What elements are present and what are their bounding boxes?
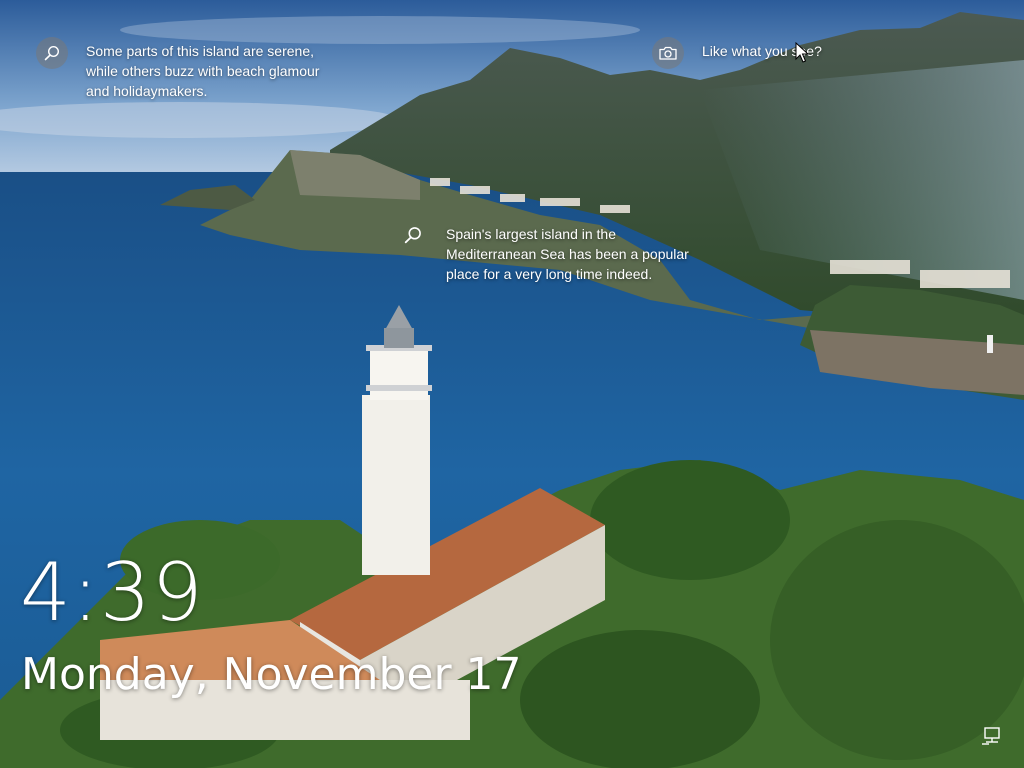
lockscreen-date: Monday, November 17 [21,649,522,700]
search-icon [402,224,424,246]
search-icon [36,37,68,69]
spotlight-hotspot-text: Spain's largest island in the Mediterran… [446,226,689,282]
spotlight-hotspot-center[interactable]: Spain's largest island in the Mediterran… [402,224,716,284]
mouse-cursor-icon [795,42,809,63]
spotlight-hotspot-text: Some parts of this island are serene, wh… [86,43,320,99]
spotlight-hotspot-info[interactable]: Some parts of this island are serene, wh… [36,37,356,101]
lockscreen-time: 4:39 [20,546,204,639]
camera-icon [652,37,684,69]
network-wired-icon[interactable] [981,726,1003,746]
